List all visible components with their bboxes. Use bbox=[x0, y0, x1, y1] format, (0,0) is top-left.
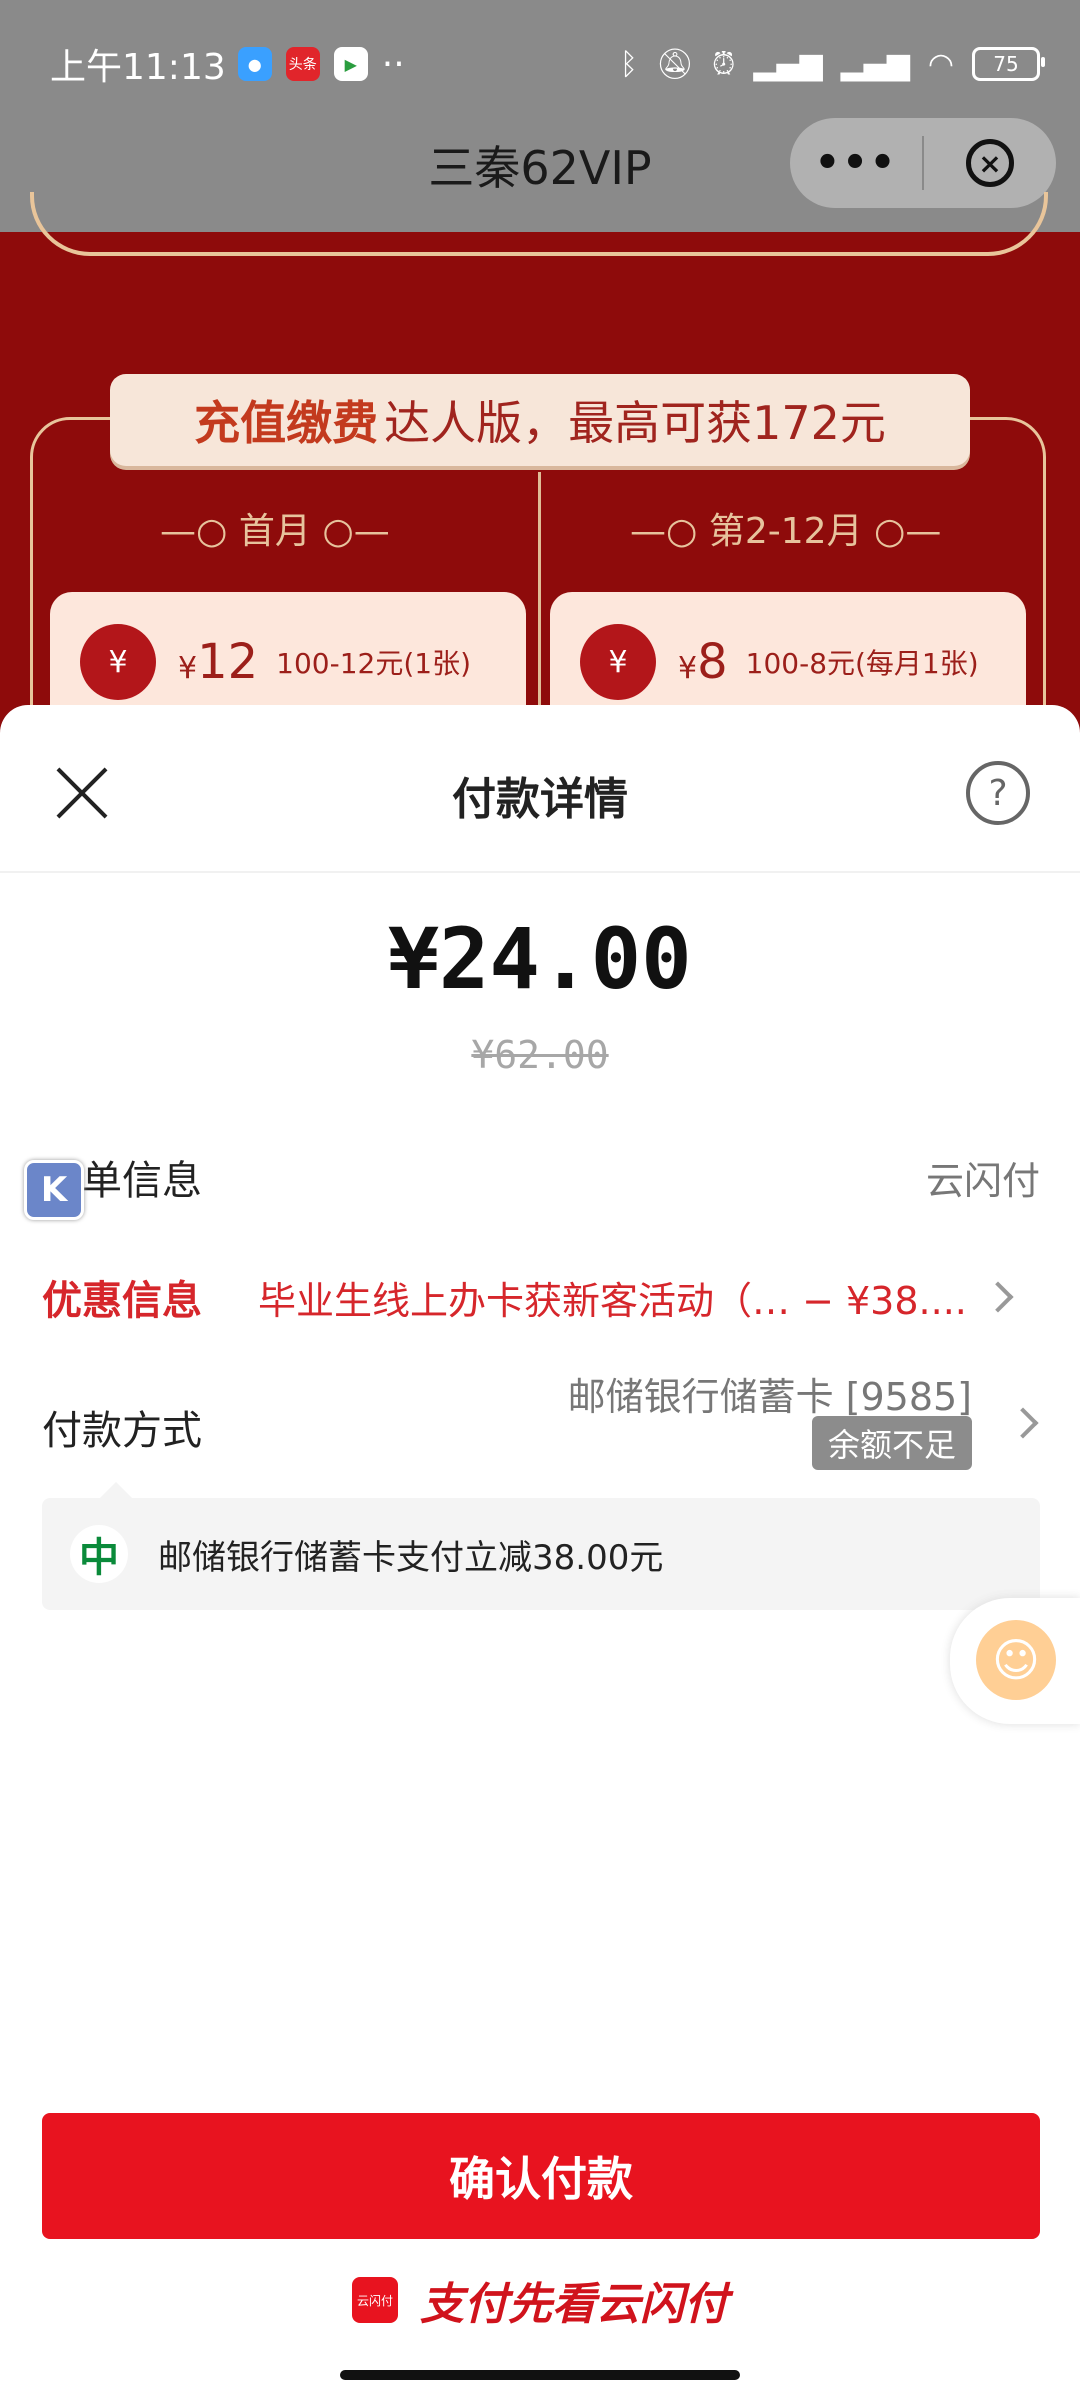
bank-discount-tip: 中 邮储银行储蓄卡支付立减38.00元 bbox=[42, 1482, 1040, 1610]
promo-tab-rest-label: 第2-12月 bbox=[708, 511, 863, 552]
piggy-bank-icon: ¥ bbox=[80, 624, 156, 700]
discount-info-value: 毕业生线上办卡获新客活动（… − ¥38.... bbox=[258, 1278, 967, 1323]
promo-banner-text: 达人版，最高可获172元 bbox=[384, 396, 886, 450]
close-miniapp-button[interactable]: × bbox=[966, 139, 1014, 187]
tab-line-icon: ○— bbox=[862, 511, 942, 552]
play-store-icon: ▶ bbox=[333, 47, 368, 81]
discount-info-label: 优惠信息 bbox=[42, 1278, 202, 1324]
chat-icon: ● bbox=[237, 47, 272, 81]
chevron-right-icon bbox=[982, 1281, 1014, 1313]
battery-icon: 75 bbox=[972, 47, 1045, 81]
postal-bank-icon: 中 bbox=[70, 1525, 128, 1583]
promo-banner-highlight: 充值缴费 bbox=[194, 396, 379, 450]
payment-method-label: 付款方式 bbox=[42, 1408, 202, 1454]
card-amount: 8 bbox=[697, 634, 728, 690]
help-icon[interactable]: ? bbox=[966, 761, 1030, 825]
sheet-header: 付款详情 ? bbox=[0, 705, 1080, 873]
card-price: ¥12 bbox=[178, 634, 258, 690]
alarm-icon: ⏰︎ bbox=[711, 46, 736, 82]
card-currency: ¥ bbox=[678, 651, 698, 686]
payment-method-row[interactable]: 付款方式 邮储银行储蓄卡 [9585] 余额不足 bbox=[42, 1366, 1040, 1476]
card-desc: 100-8元(每月1张) bbox=[745, 647, 979, 680]
brand-slogan: 支付先看云闪付 bbox=[420, 2279, 728, 2330]
tab-line-icon: ○— bbox=[310, 511, 390, 552]
status-time: 上午11:13 bbox=[50, 47, 226, 88]
wifi-icon: ◠ bbox=[927, 46, 954, 82]
tab-line-icon: —○ bbox=[160, 511, 239, 552]
promo-arc bbox=[30, 192, 1048, 256]
background-promo: 充值缴费 达人版，最高可获172元 —○ 首月 ○— —○ 第2-12月 ○— … bbox=[0, 192, 1080, 883]
insufficient-balance-badge: 余额不足 bbox=[811, 1416, 972, 1470]
sheet-title: 付款详情 bbox=[452, 774, 628, 825]
tip-text: 邮储银行储蓄卡支付立减38.00元 bbox=[158, 1537, 664, 1578]
promo-divider bbox=[538, 472, 541, 712]
mute-icon: 🔕︎ bbox=[655, 46, 694, 82]
piggy-bank-icon: ¥ bbox=[580, 624, 656, 700]
toutiao-icon: 头条 bbox=[285, 47, 320, 81]
signal-icon: ▂▄▆ bbox=[753, 46, 823, 82]
original-amount: ¥62.00 bbox=[471, 1033, 609, 1077]
card-currency: ¥ bbox=[178, 651, 198, 686]
chevron-right-icon bbox=[1007, 1407, 1039, 1439]
promo-tab-rest[interactable]: —○ 第2-12月 ○— bbox=[630, 502, 941, 554]
order-info-row: 订单信息 云闪付 bbox=[42, 1137, 1040, 1217]
promo-tab-first-label: 首月 bbox=[238, 511, 311, 552]
confirm-payment-button[interactable]: 确认付款 bbox=[42, 2113, 1040, 2239]
signal-icon-2: ▂▄▆ bbox=[840, 46, 910, 82]
card-price: ¥8 bbox=[678, 634, 728, 690]
card-desc: 100-12元(1张) bbox=[276, 647, 472, 680]
pay-amount: ¥24.00 bbox=[388, 910, 692, 1008]
tab-line-icon: —○ bbox=[630, 511, 709, 552]
promo-tab-first[interactable]: —○ 首月 ○— bbox=[160, 502, 390, 554]
more-notifications: ·· bbox=[381, 43, 405, 85]
capsule-divider bbox=[922, 136, 924, 190]
status-right: ᛒ 🔕︎ ⏰︎ ▂▄▆ ▂▄▆ ◠ 75 bbox=[619, 46, 1045, 82]
bluetooth-icon: ᛒ bbox=[619, 46, 638, 82]
floating-k-icon[interactable]: K bbox=[24, 1160, 84, 1220]
unionpay-app-icon: 云闪付 bbox=[352, 2277, 398, 2323]
home-indicator[interactable] bbox=[340, 2370, 740, 2380]
accessibility-icon: ☺ bbox=[976, 1620, 1056, 1700]
brand-footer: 云闪付 支付先看云闪付 bbox=[0, 2272, 1080, 2330]
payment-card: 邮储银行储蓄卡 [9585] bbox=[567, 1375, 972, 1419]
status-bar: 上午11:13 ● 头条 ▶ ·· ᛒ 🔕︎ ⏰︎ ▂▄▆ ▂▄▆ ◠ 75 bbox=[50, 36, 1045, 92]
order-info-value: 云闪付 bbox=[925, 1158, 1040, 1203]
accessibility-float[interactable]: ☺ bbox=[950, 1598, 1080, 1724]
promo-banner: 充值缴费 达人版，最高可获172元 bbox=[110, 374, 970, 466]
discount-info-row[interactable]: 优惠信息 毕业生线上办卡获新客活动（… − ¥38.... bbox=[42, 1257, 1040, 1337]
card-amount: 12 bbox=[197, 634, 259, 690]
more-button[interactable]: ••• bbox=[790, 140, 922, 186]
